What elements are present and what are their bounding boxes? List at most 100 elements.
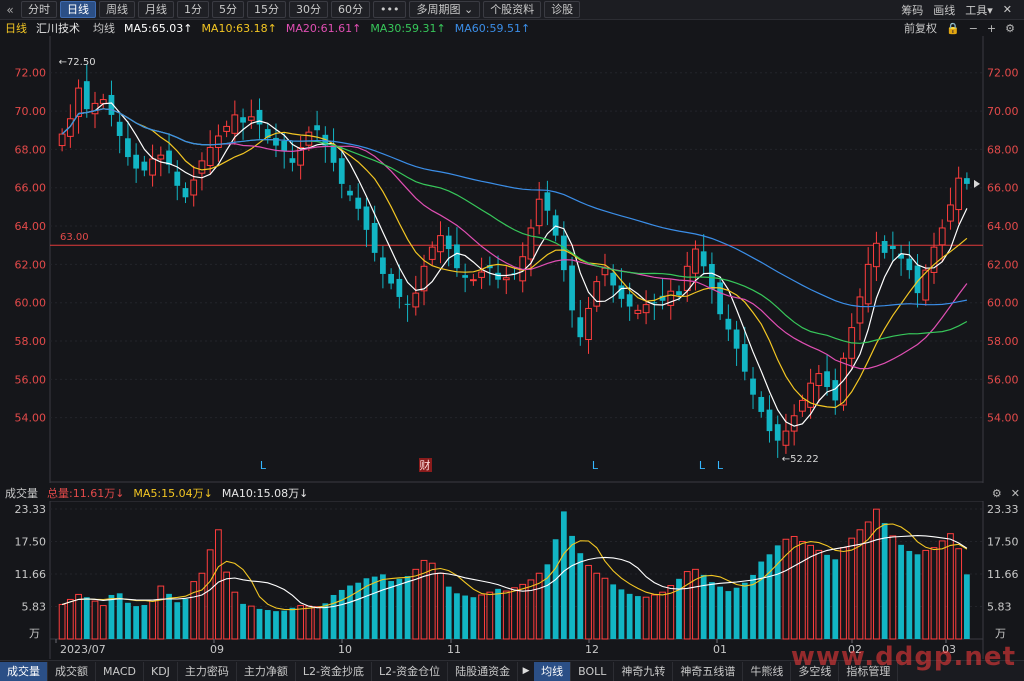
candle-body [454, 244, 460, 269]
event-marker-l[interactable]: L [260, 459, 267, 472]
price-chart[interactable]: 72.00 72.00 70.00 70.00 68.00 68.00 66.00 66.00… [0, 36, 1024, 483]
volume-bar [445, 586, 452, 639]
candle-body [281, 140, 288, 152]
volume-bar [66, 598, 74, 640]
overlay-tab-3[interactable]: 神奇五线谱 [673, 661, 744, 681]
indicator-tabs-left: 成交量 成交额 MACD KDJ 主力密码 主力净额 L2-资金抄底 L2-资金仓位 陆股通资金 [0, 661, 519, 681]
volume-bar [141, 605, 148, 639]
volume-bar [527, 579, 535, 640]
vol-tick-left: 11.66 [15, 568, 47, 581]
indicator-tab-8[interactable]: 陆股通资金 [448, 661, 519, 681]
tools-menu-button[interactable]: 工具▾ [965, 2, 993, 18]
candle-body [676, 291, 682, 296]
candle-body [371, 222, 378, 253]
settings-icon[interactable]: ⚙ [1005, 22, 1015, 35]
indicator-tab-4[interactable]: 主力密码 [178, 661, 237, 681]
panel-settings-icon[interactable]: ⚙ [992, 487, 1002, 500]
period-button-0[interactable]: 分时 [21, 1, 57, 18]
candle-body [799, 399, 806, 412]
volume-bar [930, 547, 938, 640]
volume-bar [906, 550, 913, 639]
period-button-7[interactable]: 30分 [289, 1, 328, 18]
volume-bar [642, 596, 650, 640]
zoom-in-icon[interactable]: + [987, 22, 996, 35]
period-button-5[interactable]: 5分 [212, 1, 244, 18]
period-button-6[interactable]: 15分 [247, 1, 286, 18]
tabs-scroll-right-icon[interactable]: ▶ [518, 666, 534, 676]
watermark: www.ddgp.net [790, 642, 1016, 672]
period-button-10[interactable]: 多周期图 ⌄ [409, 1, 481, 18]
volume-bar [766, 554, 773, 639]
overlay-tab-0[interactable]: 均线 [534, 661, 572, 681]
period-button-4[interactable]: 1分 [177, 1, 209, 18]
volume-bar [437, 572, 444, 640]
ma10-value: MA10:63.18↑ [201, 21, 277, 35]
zoom-out-icon[interactable]: − [969, 22, 978, 35]
volume-bar [99, 605, 107, 640]
chips-button[interactable]: 筹码 [901, 2, 923, 18]
price-tick-right: 56.00 [987, 373, 1019, 386]
candle-body [577, 317, 584, 338]
avg-label[interactable]: 均线 [93, 20, 115, 36]
vol-tick-left: 5.83 [22, 601, 47, 614]
indicator-tab-0[interactable]: 成交量 [0, 661, 48, 681]
candle-body [125, 138, 131, 158]
volume-bar [149, 599, 156, 640]
time-label: 2023/07 [60, 643, 106, 656]
indicator-tab-6[interactable]: L2-资金抄底 [296, 661, 373, 681]
candle-body [404, 303, 411, 305]
close-icon[interactable]: ✕ [1003, 3, 1012, 16]
price-tick-left: 56.00 [15, 373, 47, 386]
vol-tick-left: 23.33 [15, 503, 47, 516]
volume-bar [462, 595, 469, 639]
period-button-9[interactable]: ••• [373, 1, 407, 18]
candle-body [133, 154, 140, 169]
indicator-tab-1[interactable]: 成交额 [48, 661, 96, 681]
panel-close-icon[interactable]: ✕ [1011, 487, 1020, 500]
candle-body [947, 204, 954, 222]
candle-body [610, 272, 617, 286]
candle-body [273, 137, 279, 146]
indicator-tab-3[interactable]: KDJ [144, 661, 178, 681]
toolbar-right: 筹码 画线 工具▾ ✕ [901, 0, 1024, 19]
candle-body [873, 242, 880, 268]
volume-bar [157, 585, 165, 640]
volume-bar [577, 553, 584, 639]
candle-body [758, 396, 765, 412]
overlay-tab-1[interactable]: BOLL [571, 661, 615, 681]
volume-bar [75, 593, 82, 640]
candle-body [166, 150, 172, 165]
period-button-2[interactable]: 周线 [99, 1, 135, 18]
lock-icon[interactable]: 🔒 [946, 22, 960, 35]
candle-body [774, 424, 781, 441]
period-button-12[interactable]: 诊股 [544, 1, 581, 18]
finance-event-marker[interactable]: 财 [420, 458, 431, 472]
price-tick-right: 58.00 [987, 335, 1019, 348]
candle-body [75, 87, 82, 117]
volume-bar [659, 591, 666, 640]
period-button-11[interactable]: 个股资料 [483, 1, 542, 18]
candle-body [790, 415, 798, 432]
vol-unit-right: 万 [995, 627, 1006, 640]
indicator-tab-7[interactable]: L2-资金仓位 [372, 661, 449, 681]
draw-line-button[interactable]: 画线 [933, 2, 955, 18]
stock-name: 汇川技术 [36, 22, 80, 35]
overlay-tab-4[interactable]: 牛熊线 [743, 661, 792, 681]
candle-body [856, 296, 864, 324]
volume-bar [824, 554, 830, 639]
back-icon[interactable]: « [2, 3, 18, 17]
indicator-tab-2[interactable]: MACD [96, 661, 144, 681]
event-marker-l[interactable]: L [699, 459, 706, 472]
volume-bar [273, 611, 279, 639]
candle-body [815, 373, 823, 386]
period-button-8[interactable]: 60分 [331, 1, 370, 18]
adjust-mode[interactable]: 前复权 [904, 20, 937, 36]
volume-bar [717, 586, 724, 639]
period-button-3[interactable]: 月线 [138, 1, 174, 18]
indicator-tab-5[interactable]: 主力净额 [237, 661, 296, 681]
period-button-1[interactable]: 日线 [60, 1, 96, 18]
volume-chart[interactable]: 23.33 23.33 17.50 17.50 11.66 11.66 5.83 5.83 万 万… [0, 501, 1024, 659]
event-marker-l[interactable]: L [592, 459, 599, 472]
event-marker-l[interactable]: L [717, 459, 724, 472]
overlay-tab-2[interactable]: 神奇九转 [614, 661, 674, 681]
